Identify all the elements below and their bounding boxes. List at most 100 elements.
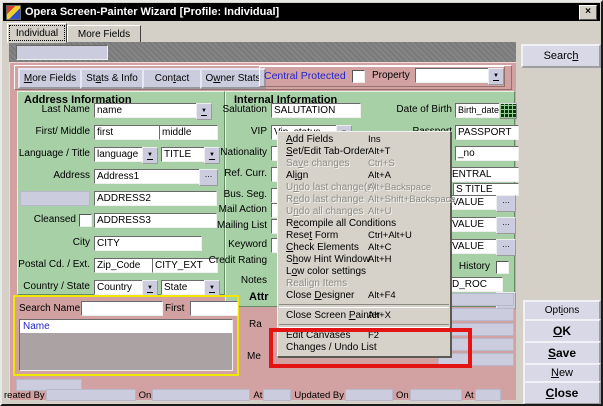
value1-ellipsis-button[interactable]: ... xyxy=(496,195,516,212)
owner-stats-button[interactable]: Owner Stats xyxy=(200,68,266,89)
menu-item-undo-all-changes: Undo all changes Alt+U xyxy=(278,206,450,218)
language-dropdown-button[interactable]: ▼ xyxy=(142,147,158,164)
contact-button[interactable]: Contact xyxy=(142,68,202,89)
chevron-down-icon: ▼ xyxy=(493,73,499,81)
cleansed-checkbox[interactable] xyxy=(79,214,92,227)
keyword-label: Keyword xyxy=(197,239,267,251)
date-of-birth-label: Date of Birth xyxy=(376,104,452,116)
zip-code-field[interactable]: Zip_Code xyxy=(94,258,155,273)
first-middle-label: First/ Middle xyxy=(18,126,90,138)
menu-separator xyxy=(279,304,449,308)
property-field[interactable] xyxy=(415,68,491,83)
first-name-field[interactable]: first xyxy=(94,125,162,140)
menu-item-undo-last-changes: Undo last change(s) Alt+Backspace xyxy=(278,182,450,194)
red-highlight-annotation xyxy=(269,328,472,368)
top-blank-field[interactable] xyxy=(16,45,108,60)
history-checkbox[interactable] xyxy=(496,261,509,274)
property-dropdown-button[interactable]: ▼ xyxy=(488,68,504,85)
menu-item-reset-form[interactable]: Reset Form Ctrl+Alt+U xyxy=(278,230,450,242)
app-icon xyxy=(6,5,21,20)
partial-d-roc-field[interactable]: D_ROC xyxy=(449,277,503,292)
tab-more-fields[interactable]: More Fields xyxy=(67,25,141,43)
created-on-label: On xyxy=(139,390,152,401)
menu-item-realign-items: Realign Items xyxy=(278,278,450,290)
chevron-down-icon: ▼ xyxy=(147,152,153,160)
name-list[interactable]: Name xyxy=(19,319,233,371)
salutation-label: Salutation xyxy=(197,104,267,116)
save-button[interactable]: Save xyxy=(523,341,601,365)
city-field[interactable]: CITY xyxy=(94,236,202,251)
last-name-field[interactable]: name xyxy=(94,103,200,118)
updated-at-label: At xyxy=(465,390,474,401)
title-bar: Opera Screen-Painter Wizard [Profile: In… xyxy=(3,3,600,21)
value1-field[interactable]: VALUE xyxy=(449,195,499,210)
menu-item-set-edit-tab-order[interactable]: Set/Edit Tab-Order Alt+T xyxy=(278,146,450,158)
birth-date-field[interactable]: Birth_date xyxy=(455,103,501,118)
new-button[interactable]: New xyxy=(523,363,601,383)
search-name-field[interactable] xyxy=(81,301,163,316)
address1-field[interactable]: Address1 xyxy=(94,169,202,184)
language-field[interactable]: language xyxy=(94,147,146,162)
value3-field[interactable]: VALUE xyxy=(449,239,499,254)
menu-item-close-designer[interactable]: Close Designer Alt+F4 xyxy=(278,290,450,302)
menu-item-recompile-all-conditions[interactable]: Recompile all Conditions xyxy=(278,218,450,230)
salutation-field[interactable]: SALUTATION xyxy=(271,103,361,118)
context-menu: Add Fields Ins Set/Edit Tab-Order Alt+T … xyxy=(277,131,451,357)
search-button[interactable]: Search xyxy=(521,44,601,68)
value3-ellipsis-button[interactable]: ... xyxy=(496,239,516,256)
name-list-header: Name xyxy=(20,320,232,333)
city-label: City xyxy=(18,237,90,249)
stats-info-button[interactable]: Stats & Info xyxy=(80,68,144,89)
value2-ellipsis-button[interactable]: ... xyxy=(496,217,516,234)
updated-by-label: Updated By xyxy=(294,390,344,401)
options-button[interactable]: Options xyxy=(523,300,601,321)
partial-no-field[interactable]: _no xyxy=(455,146,519,161)
created-on-field[interactable] xyxy=(152,389,250,401)
window-close-button[interactable]: × xyxy=(579,5,597,20)
menu-item-show-hint-window[interactable]: Show Hint Window Alt+H xyxy=(278,254,450,266)
tab-individual[interactable]: Individual xyxy=(7,23,67,43)
menu-item-low-color-settings[interactable]: Low color settings xyxy=(278,266,450,278)
protected-group: Central Protected Property ▼ xyxy=(259,66,505,87)
attributes-label-2: Me xyxy=(247,351,261,363)
updated-on-field[interactable] xyxy=(410,389,462,401)
created-at-field[interactable] xyxy=(263,389,291,401)
bus-seg-label: Bus. Seg. xyxy=(197,189,267,201)
top-strip xyxy=(9,42,516,62)
audit-footer: reated By On At Updated By On At xyxy=(4,389,537,401)
address-label: Address xyxy=(18,170,90,182)
updated-on-label: On xyxy=(396,390,409,401)
central-protected-checkbox[interactable] xyxy=(352,70,365,83)
cleansed-label: Cleansed xyxy=(18,214,76,226)
credit-rating-label: Credit Rating xyxy=(197,255,267,267)
country-field[interactable]: Country xyxy=(94,280,146,295)
ref-curr-label: Ref. Curr. xyxy=(197,168,267,180)
updated-at-field[interactable] xyxy=(475,389,501,401)
first-search-field[interactable] xyxy=(190,301,238,316)
value2-field[interactable]: VALUE xyxy=(449,217,499,232)
address-information-group: Address Information Last Name name ▼ Fir… xyxy=(17,91,225,295)
created-by-field[interactable] xyxy=(46,389,136,401)
updated-by-field[interactable] xyxy=(345,389,393,401)
menu-item-save-changes: Save changes Ctrl+S xyxy=(278,158,450,170)
created-at-label: At xyxy=(253,390,262,401)
menu-item-close-screen-painter[interactable]: Close Screen Painter Alt+X xyxy=(278,310,450,322)
last-name-label: Last Name xyxy=(18,104,90,116)
menu-item-align[interactable]: Align Alt+A xyxy=(278,170,450,182)
more-fields-button[interactable]: More Fields xyxy=(18,68,82,89)
created-by-label: reated By xyxy=(4,390,45,401)
menu-item-add-fields[interactable]: Add Fields Ins xyxy=(278,134,450,146)
central-protected-label: Central Protected xyxy=(264,70,346,82)
window-title: Opera Screen-Painter Wizard [Profile: In… xyxy=(25,6,279,18)
address2-blank-label xyxy=(20,191,90,206)
partial-entral-field[interactable]: ENTRAL xyxy=(449,167,519,182)
notes-label: Notes xyxy=(197,275,267,287)
menu-item-check-elements[interactable]: Check Elements Alt+C xyxy=(278,242,450,254)
property-label: Property xyxy=(372,70,410,82)
calendar-icon[interactable] xyxy=(499,103,517,119)
attributes-header: Attr xyxy=(249,291,269,303)
ok-button[interactable]: OK xyxy=(523,319,601,343)
country-state-label: Country / State xyxy=(12,281,90,293)
passport-field[interactable]: PASSPORT xyxy=(455,125,519,140)
chevron-down-icon: ▼ xyxy=(147,285,153,293)
